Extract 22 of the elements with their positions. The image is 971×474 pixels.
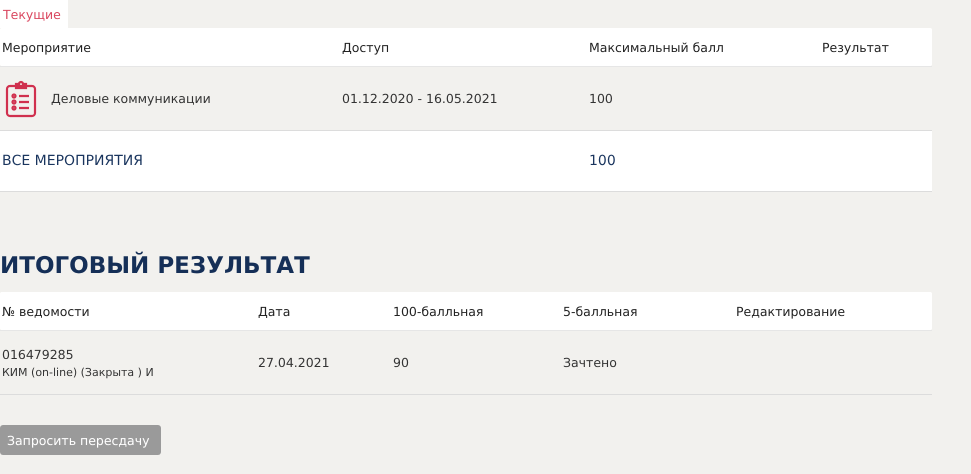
column-header: 5-балльная [563,304,639,318]
record-note: КИМ (on-line) (Закрыта ) И [2,366,155,378]
grade-cell-text: Зачтено [563,355,618,370]
section-title: ИТОГОВЫЙ РЕЗУЛЬТАТ [0,253,311,279]
column-header: Результат [822,40,890,54]
max-score: 100 [589,91,614,106]
column-header: Мероприятие [2,40,92,54]
column-header: Дата [258,304,292,318]
column-header: 100-балльная [393,304,484,318]
total-label: ВСЕ МЕРОПРИЯТИЯ [2,153,144,169]
column-header: Доступ [342,40,390,54]
score-cell-text: 90 [393,355,410,370]
record-number: 016479285 [2,346,75,362]
column-header: Максимальный балл [589,40,725,54]
clipboard-list-icon [5,80,37,118]
tab[interactable]: Текущие [0,0,68,28]
column-header: № ведомости [2,304,91,318]
event-name: Деловые коммуникации [51,91,211,106]
total-max-score: 100 [589,153,617,169]
date-cell-text: 27.04.2021 [258,355,331,370]
access-period: 01.12.2020 - 16.05.2021 [342,91,499,106]
column-header: Редактирование [736,304,846,318]
